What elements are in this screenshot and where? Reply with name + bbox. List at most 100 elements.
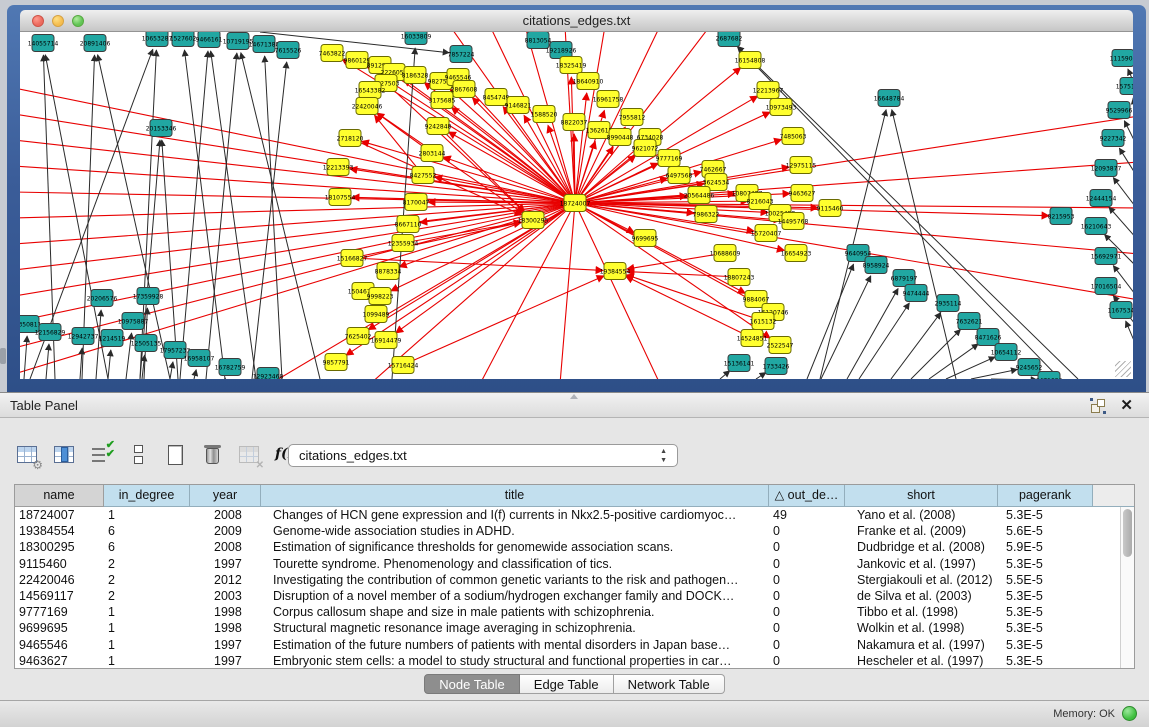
graph-edge[interactable] — [265, 56, 282, 379]
cell-indegree[interactable]: 6 — [104, 523, 190, 539]
cell-pagerank[interactable]: 5.3E-5 — [998, 507, 1093, 523]
table-scrollbar[interactable] — [1120, 507, 1134, 668]
graph-edge[interactable] — [821, 276, 871, 379]
cell-indegree[interactable]: 1 — [104, 604, 190, 620]
column-header-title[interactable]: title — [261, 485, 769, 507]
cell-year[interactable]: 1997 — [190, 556, 261, 572]
cell-year[interactable]: 1998 — [190, 604, 261, 620]
cell-name[interactable]: 9465546 — [15, 637, 104, 653]
cell-name[interactable]: 18724007 — [15, 507, 104, 523]
graph-edge[interactable] — [756, 373, 766, 379]
cell-year[interactable]: 2008 — [190, 539, 261, 555]
cell-indegree[interactable]: 1 — [104, 620, 190, 636]
cell-outde[interactable]: 0 — [769, 556, 845, 572]
graph-edge[interactable] — [194, 370, 196, 379]
cell-pagerank[interactable]: 5.5E-5 — [998, 572, 1093, 588]
column-header-year[interactable]: year — [190, 485, 261, 507]
cell-title[interactable]: Genome-wide association studies in ADHD. — [261, 523, 769, 539]
cell-indegree[interactable]: 2 — [104, 588, 190, 604]
graph-edge[interactable] — [911, 329, 961, 379]
cell-indegree[interactable]: 1 — [104, 653, 190, 668]
cell-indegree[interactable]: 2 — [104, 556, 190, 572]
graph-edge[interactable] — [438, 126, 524, 212]
float-panel-icon[interactable] — [1091, 399, 1105, 413]
cell-outde[interactable]: 0 — [769, 620, 845, 636]
graph-edge[interactable] — [720, 371, 730, 379]
cell-name[interactable]: 9699695 — [15, 620, 104, 636]
cell-title[interactable]: Disruption of a novel member of a sodium… — [261, 588, 769, 604]
cell-short[interactable]: Nakamura et al. (1997) — [845, 637, 998, 653]
delete-entry-icon[interactable] — [199, 442, 227, 470]
close-panel-icon[interactable]: ✕ — [1120, 396, 1133, 416]
cell-name[interactable]: 19384554 — [15, 523, 104, 539]
graph-edge[interactable] — [892, 110, 956, 379]
window-minimize-button[interactable] — [52, 15, 64, 27]
table-row[interactable]: 911546021997Tourette syndrome. Phenomeno… — [15, 556, 1120, 572]
column-header-name[interactable]: name — [15, 485, 104, 507]
cell-pagerank[interactable]: 5.3E-5 — [998, 604, 1093, 620]
cell-title[interactable]: Estimation of the future numbers of pati… — [261, 637, 769, 653]
scrollbar-thumb[interactable] — [1123, 509, 1132, 557]
cell-outde[interactable]: 0 — [769, 604, 845, 620]
cell-short[interactable]: Hescheler et al. (1997) — [845, 653, 998, 668]
graph-edge[interactable] — [448, 132, 575, 203]
cell-year[interactable]: 2003 — [190, 588, 261, 604]
cell-name[interactable]: 9463627 — [15, 653, 104, 668]
network-canvas[interactable]: 1405571420891406106532871527602946616110… — [20, 32, 1133, 379]
cell-indegree[interactable]: 6 — [104, 539, 190, 555]
graph-edge[interactable] — [362, 141, 575, 203]
graph-edge[interactable] — [46, 344, 49, 379]
select-columns-icon[interactable]: ✔✔ — [88, 442, 116, 470]
cell-outde[interactable]: 0 — [769, 539, 845, 555]
graph-edge[interactable] — [451, 107, 575, 203]
cell-name[interactable]: 22420046 — [15, 572, 104, 588]
cell-title[interactable]: Embryonic stem cells: a model to study s… — [261, 653, 769, 668]
cell-pagerank[interactable]: 5.3E-5 — [998, 588, 1093, 604]
cell-year[interactable]: 2008 — [190, 507, 261, 523]
cell-pagerank[interactable]: 5.3E-5 — [998, 620, 1093, 636]
cell-name[interactable]: 9115460 — [15, 556, 104, 572]
window-close-button[interactable] — [32, 15, 44, 27]
cell-year[interactable]: 2009 — [190, 523, 261, 539]
graph-edge[interactable] — [1113, 178, 1133, 210]
cell-indegree[interactable]: 2 — [104, 572, 190, 588]
cell-pagerank[interactable]: 5.3E-5 — [998, 637, 1093, 653]
tab-edge-table[interactable]: Edge Table — [520, 674, 614, 694]
graph-edge[interactable] — [891, 313, 941, 379]
table-row[interactable]: 946554611997Estimation of the future num… — [15, 637, 1120, 653]
cell-outde[interactable]: 0 — [769, 637, 845, 653]
citation-graph[interactable]: 1405571420891406106532871527602946616110… — [20, 32, 1133, 379]
graph-edge[interactable] — [403, 276, 604, 365]
cell-short[interactable]: Yano et al. (2008) — [845, 507, 998, 523]
cell-year[interactable]: 1997 — [190, 637, 261, 653]
cell-short[interactable]: Tibbo et al. (1998) — [845, 604, 998, 620]
cell-indegree[interactable]: 1 — [104, 507, 190, 523]
graph-edge[interactable] — [20, 203, 575, 244]
table-row[interactable]: 1830029562008Estimation of significance … — [15, 539, 1120, 555]
graph-edge[interactable] — [807, 264, 853, 379]
window-titlebar[interactable]: citations_edges.txt — [20, 10, 1133, 32]
row-height-icon[interactable] — [125, 442, 153, 470]
graph-edge[interactable] — [108, 350, 111, 379]
cell-short[interactable]: Dudbridge et al. (2008) — [845, 539, 998, 555]
table-row[interactable]: 2242004622012Investigating the contribut… — [15, 572, 1120, 588]
cell-outde[interactable]: 0 — [769, 572, 845, 588]
column-header-outde[interactable]: △ out_de… — [769, 485, 845, 507]
cell-pagerank[interactable]: 5.3E-5 — [998, 653, 1093, 668]
cell-title[interactable]: Tourette syndrome. Phenomenology and cla… — [261, 556, 769, 572]
cell-outde[interactable]: 0 — [769, 523, 845, 539]
cell-outde[interactable]: 49 — [769, 507, 845, 523]
cell-outde[interactable]: 0 — [769, 588, 845, 604]
cell-title[interactable]: Estimation of significance thresholds fo… — [261, 539, 769, 555]
graph-edge[interactable] — [241, 53, 320, 379]
table-settings-icon[interactable]: ⚙ — [14, 442, 42, 470]
graph-edge[interactable] — [170, 362, 173, 379]
cell-pagerank[interactable]: 5.6E-5 — [998, 523, 1093, 539]
graph-edge[interactable] — [575, 203, 784, 250]
graph-edge[interactable] — [859, 303, 909, 379]
window-zoom-button[interactable] — [72, 15, 84, 27]
graph-edge[interactable] — [180, 51, 208, 379]
graph-edge[interactable] — [20, 203, 575, 218]
table-row[interactable]: 969969511998Structural magnetic resonanc… — [15, 620, 1120, 636]
graph-edge[interactable] — [1124, 121, 1133, 148]
